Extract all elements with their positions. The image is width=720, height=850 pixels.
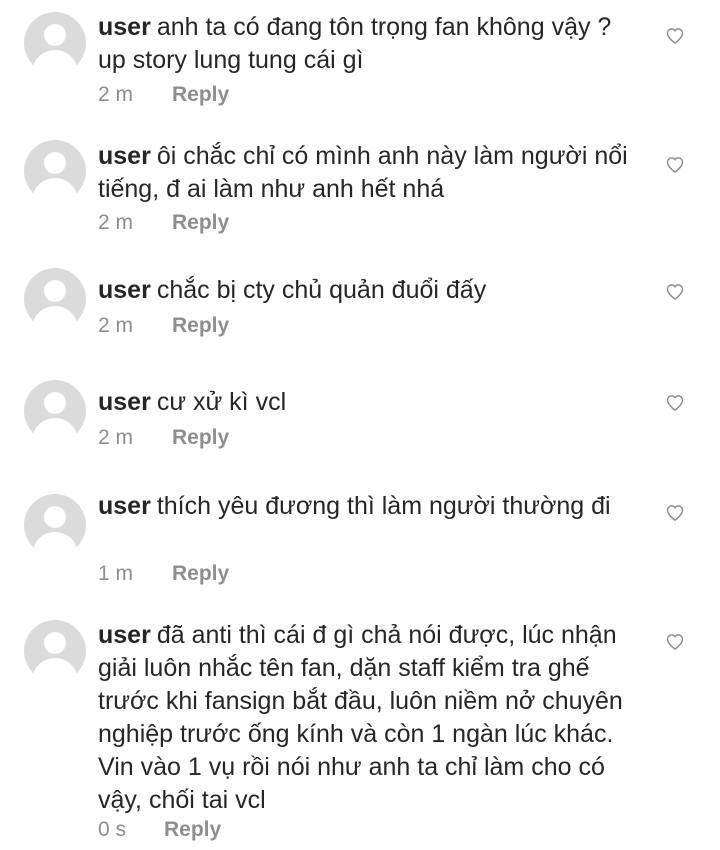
comment-meta: 2 m Reply (98, 210, 229, 236)
comment-body: chắc bị cty chủ quản đuổi đấy (156, 276, 487, 304)
reply-button[interactable]: Reply (172, 210, 229, 236)
default-avatar-icon (44, 506, 66, 528)
default-avatar-icon (44, 632, 66, 654)
comment-username[interactable]: user (98, 142, 151, 170)
comment-text: user cư xử kì vcl (98, 386, 638, 419)
reply-button[interactable]: Reply (172, 82, 229, 108)
reply-button[interactable]: Reply (172, 561, 229, 587)
reply-button[interactable]: Reply (164, 817, 221, 843)
comment-timestamp: 2 m (98, 83, 134, 106)
comment-meta: 2 m Reply (98, 82, 229, 108)
avatar[interactable] (24, 268, 86, 330)
heart-outline-icon[interactable] (665, 155, 685, 175)
comment-meta: 1 m Reply (98, 561, 229, 587)
comment-meta: 0 s Reply (98, 817, 221, 843)
comment-username[interactable]: user (98, 13, 151, 41)
default-avatar-icon (44, 24, 66, 46)
default-avatar-icon (44, 392, 66, 414)
comment-meta: 2 m Reply (98, 425, 229, 451)
comment-timestamp: 2 m (98, 211, 134, 234)
reply-button[interactable]: Reply (172, 425, 229, 451)
heart-outline-icon[interactable] (665, 503, 685, 523)
avatar[interactable] (24, 494, 86, 556)
comment-text: user anh ta có đang tôn trọng fan không v… (98, 11, 638, 77)
reply-button[interactable]: Reply (172, 313, 229, 339)
heart-outline-icon[interactable] (665, 26, 685, 46)
comment-text: user thích yêu đương thì làm người thường… (98, 490, 638, 523)
avatar[interactable] (24, 140, 86, 202)
avatar[interactable] (24, 380, 86, 442)
comment-body: ôi chắc chỉ có mình anh này làm người nổ… (98, 142, 628, 203)
comment-timestamp: 0 s (98, 818, 127, 841)
comment-username[interactable]: user (98, 621, 151, 649)
avatar[interactable] (24, 12, 86, 74)
comment-username[interactable]: user (98, 492, 151, 520)
comment-timestamp: 2 m (98, 426, 134, 449)
comment-body: thích yêu đương thì làm người thường đi (156, 492, 611, 520)
comment-username[interactable]: user (98, 388, 151, 416)
comment-meta: 2 m Reply (98, 313, 229, 339)
comment-text: user chắc bị cty chủ quản đuổi đấy (98, 274, 638, 307)
comment-body: đã anti thì cái đ gì chả nói được, lúc n… (98, 621, 623, 814)
comment-timestamp: 2 m (98, 314, 134, 337)
comment-timestamp: 1 m (98, 562, 134, 585)
default-avatar-icon (44, 280, 66, 302)
default-avatar-icon (44, 152, 66, 174)
heart-outline-icon[interactable] (665, 393, 685, 413)
comment-text: user ôi chắc chỉ có mình anh này làm ngườ… (98, 140, 638, 206)
comment-text: user đã anti thì cái đ gì chả nói được, l… (98, 619, 638, 817)
heart-outline-icon[interactable] (665, 632, 685, 652)
comment-body: cư xử kì vcl (156, 388, 287, 416)
comment-list: user anh ta có đang tôn trọng fan không v… (0, 0, 720, 850)
comment-username[interactable]: user (98, 276, 151, 304)
comment-body: anh ta có đang tôn trọng fan không vậy ?… (98, 13, 612, 74)
heart-outline-icon[interactable] (665, 282, 685, 302)
avatar[interactable] (24, 620, 86, 682)
